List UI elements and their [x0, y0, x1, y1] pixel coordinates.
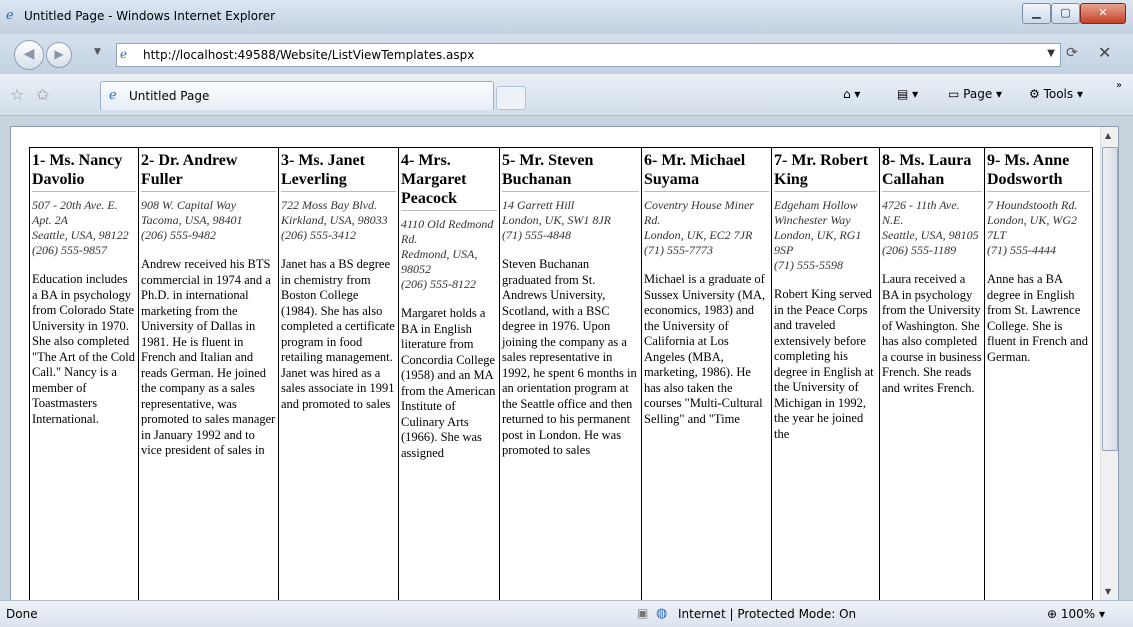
employee-name: 1- Ms. Nancy Davolio	[32, 151, 136, 192]
page-menu-label: Page	[963, 87, 993, 101]
page-icon: ▭	[948, 87, 964, 101]
recent-pages-dropdown[interactable]: ▼	[94, 47, 101, 57]
employee-name: 2- Dr. Andrew Fuller	[141, 151, 276, 192]
chevron-down-icon[interactable]: ▼	[1047, 48, 1055, 59]
scrollbar-thumb[interactable]	[1102, 147, 1118, 451]
minimize-button[interactable]: ▁	[1022, 3, 1051, 24]
close-button[interactable]: ✕	[1080, 3, 1126, 24]
page-menu-button[interactable]: ▭ Page ▾	[948, 87, 1002, 101]
employee-name: 4- Mrs. Margaret Peacock	[401, 151, 497, 211]
back-arrow-icon: ◀	[23, 46, 35, 62]
employee-card: 9- Ms. Anne Dodsworth 7 Houndstooth Rd. …	[984, 147, 1093, 601]
employee-notes: Laura received a BA in psychology from t…	[882, 272, 982, 395]
home-icon[interactable]: ⌂ ▾	[843, 87, 860, 101]
employee-card: 6- Mr. Michael Suyama Coventry House Min…	[641, 147, 772, 601]
employee-address: 908 W. Capital Way Tacoma, USA, 98401 (2…	[141, 198, 243, 242]
employee-notes: Margaret holds a BA in English literatur…	[401, 306, 496, 460]
employee-address: 722 Moss Bay Blvd. Kirkland, USA, 98033 …	[281, 198, 388, 242]
page-content: 1- Ms. Nancy Davolio 507 - 20th Ave. E. …	[10, 126, 1119, 602]
print-icon[interactable]: ▤ ▾	[897, 87, 918, 101]
employee-address: 507 - 20th Ave. E. Apt. 2A Seattle, USA,…	[32, 198, 129, 257]
refresh-icon[interactable]: ⟳	[1066, 45, 1078, 61]
employee-address: 4726 - 11th Ave. N.E. Seattle, USA, 9810…	[882, 198, 979, 257]
add-favorites-icon[interactable]: ✩	[36, 85, 49, 104]
employee-list: 1- Ms. Nancy Davolio 507 - 20th Ave. E. …	[29, 147, 1093, 601]
employee-notes: Education includes a BA in psychology fr…	[32, 272, 136, 426]
ie-logo-icon: ℯ	[6, 8, 14, 23]
zoom-level[interactable]: ⊕ 100% ▾	[1047, 607, 1105, 621]
employee-notes: Robert King served in the Peace Corps an…	[774, 287, 874, 441]
maximize-button[interactable]: ▢	[1051, 3, 1080, 24]
employee-name: 8- Ms. Laura Callahan	[882, 151, 982, 192]
employee-name: 7- Mr. Robert King	[774, 151, 877, 192]
employee-notes: Steven Buchanan graduated from St. Andre…	[502, 257, 637, 457]
vertical-scrollbar[interactable]: ▲ ▼	[1100, 127, 1118, 601]
back-button[interactable]: ◀	[14, 40, 44, 70]
status-text: Done	[6, 607, 38, 621]
favorites-star-icon[interactable]: ☆	[10, 85, 24, 104]
employee-address: 7 Houndstooth Rd. London, UK, WG2 7LT (7…	[987, 198, 1078, 257]
tools-menu-button[interactable]: ⚙ Tools ▾	[1029, 87, 1083, 101]
scroll-up-icon[interactable]: ▲	[1105, 131, 1111, 140]
employee-notes: Andrew received his BTS commercial in 19…	[141, 257, 276, 457]
window-title: Untitled Page - Windows Internet Explore…	[24, 9, 276, 23]
title-bar: ℯ Untitled Page - Windows Internet Explo…	[0, 0, 1133, 34]
forward-button[interactable]: ▶	[46, 42, 72, 68]
address-url: http://localhost:49588/Website/ListViewT…	[143, 48, 475, 62]
employee-card: 3- Ms. Janet Leverling 722 Moss Bay Blvd…	[278, 147, 399, 601]
stop-icon[interactable]: ✕	[1098, 43, 1111, 62]
maximize-icon: ▢	[1060, 6, 1071, 19]
employee-name: 6- Mr. Michael Suyama	[644, 151, 769, 192]
address-bar[interactable]: ℯ http://localhost:49588/Website/ListVie…	[116, 43, 1061, 67]
globe-icon: ◍	[656, 606, 668, 621]
employee-name: 9- Ms. Anne Dodsworth	[987, 151, 1090, 192]
chevron-right-icon[interactable]: »	[1116, 80, 1122, 91]
employee-address: 14 Garrett Hill London, UK, SW1 8JR (71)…	[502, 198, 611, 242]
gear-icon: ⚙	[1029, 87, 1044, 101]
tab-bar: ☆ ✩ ℯ Untitled Page ⌂ ▾ ▤ ▾ ▭ Page ▾ ⚙ T…	[0, 74, 1133, 116]
browser-window: ℯ Untitled Page - Windows Internet Explo…	[0, 0, 1133, 627]
navigation-bar: ◀ ▶ ▼ ℯ http://localhost:49588/Website/L…	[0, 34, 1133, 74]
employee-card: 4- Mrs. Margaret Peacock 4110 Old Redmon…	[398, 147, 500, 601]
employee-notes: Anne has a BA degree in English from St.…	[987, 272, 1089, 364]
employee-card: 7- Mr. Robert King Edgeham Hollow Winche…	[771, 147, 880, 601]
popup-blocker-icon[interactable]: ▣	[637, 606, 648, 620]
employee-notes: Janet has a BS degree in chemistry from …	[281, 257, 395, 411]
tools-menu-label: Tools	[1043, 87, 1074, 101]
zoom-value: 100%	[1060, 607, 1096, 621]
employee-card: 5- Mr. Steven Buchanan 14 Garrett Hill L…	[499, 147, 642, 601]
page-icon: ℯ	[120, 47, 128, 61]
employee-address: Coventry House Miner Rd. London, UK, EC2…	[644, 198, 754, 257]
security-zone-text[interactable]: Internet | Protected Mode: On	[678, 607, 856, 621]
page-icon: ℯ	[109, 88, 117, 103]
employee-card: 8- Ms. Laura Callahan 4726 - 11th Ave. N…	[879, 147, 985, 601]
employee-notes: Michael is a graduate of Sussex Universi…	[644, 272, 766, 426]
new-tab-button[interactable]	[496, 86, 526, 110]
employee-address: 4110 Old Redmond Rd. Redmond, USA, 98052…	[401, 217, 494, 291]
employee-name: 3- Ms. Janet Leverling	[281, 151, 396, 192]
tab-untitled-page[interactable]: ℯ Untitled Page	[100, 81, 494, 110]
employee-card: 1- Ms. Nancy Davolio 507 - 20th Ave. E. …	[29, 147, 139, 601]
employee-card: 2- Dr. Andrew Fuller 908 W. Capital Way …	[138, 147, 279, 601]
minimize-icon: ▁	[1032, 6, 1041, 19]
scroll-down-icon[interactable]: ▼	[1105, 587, 1111, 596]
employee-address: Edgeham Hollow Winchester Way London, UK…	[774, 198, 862, 272]
forward-arrow-icon: ▶	[54, 47, 64, 61]
zoom-icon: ⊕	[1047, 607, 1061, 621]
status-bar: Done ▣ ◍ Internet | Protected Mode: On ⊕…	[0, 600, 1133, 627]
close-icon: ✕	[1098, 6, 1108, 19]
employee-name: 5- Mr. Steven Buchanan	[502, 151, 639, 192]
tab-title: Untitled Page	[129, 89, 210, 103]
